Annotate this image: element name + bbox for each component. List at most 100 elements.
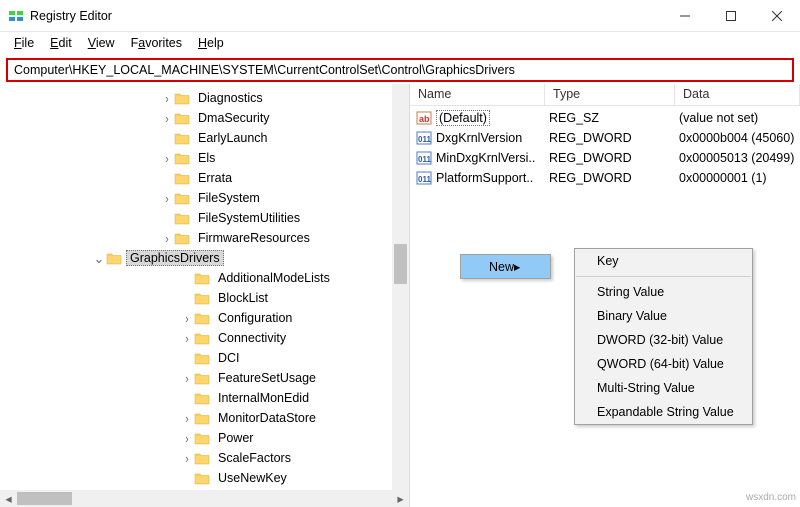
tree-item[interactable]: DCI <box>0 348 409 368</box>
menubar: File Edit View Favorites Help <box>0 32 800 54</box>
context-submenu-new[interactable]: Key String Value Binary Value DWORD (32-… <box>574 248 753 425</box>
tree-item-label: Connectivity <box>214 330 290 346</box>
folder-icon <box>174 211 190 225</box>
column-type[interactable]: Type <box>545 84 675 105</box>
folder-icon <box>174 191 190 205</box>
folder-icon <box>174 231 190 245</box>
value-row[interactable]: 011MinDxgKrnlVersi..REG_DWORD0x00005013 … <box>410 148 800 168</box>
close-button[interactable] <box>754 0 800 32</box>
chevron-right-icon[interactable]: › <box>181 312 192 325</box>
menu-favorites[interactable]: Favorites <box>123 34 190 52</box>
value-row[interactable]: ab(Default)REG_SZ(value not set) <box>410 108 800 128</box>
tree-item-label: UseNewKey <box>214 470 291 486</box>
tree-item[interactable]: UseNewKey <box>0 468 409 488</box>
menu-view[interactable]: View <box>80 34 123 52</box>
address-bar[interactable]: Computer\HKEY_LOCAL_MACHINE\SYSTEM\Curre… <box>6 58 794 82</box>
column-data[interactable]: Data <box>675 84 800 105</box>
chevron-right-icon[interactable]: › <box>181 332 192 345</box>
value-data: 0x00000001 (1) <box>675 171 767 185</box>
tree-item[interactable]: › ScaleFactors <box>0 448 409 468</box>
context-menu[interactable]: New ▸ <box>460 254 551 279</box>
tree-item-label: BlockList <box>214 290 272 306</box>
value-type: REG_DWORD <box>545 171 675 185</box>
chevron-right-icon[interactable]: › <box>181 432 192 445</box>
scroll-right-icon[interactable]: ▸ <box>392 490 409 507</box>
value-data: 0x0000b004 (45060) <box>675 131 794 145</box>
tree-horizontal-scrollbar[interactable]: ◂ ▸ <box>0 490 409 507</box>
tree-item[interactable]: Errata <box>0 168 409 188</box>
menu-separator <box>576 276 751 277</box>
tree-item-label: FeatureSetUsage <box>214 370 320 386</box>
value-row[interactable]: 011DxgKrnlVersionREG_DWORD0x0000b004 (45… <box>410 128 800 148</box>
folder-icon <box>194 291 210 305</box>
tree-item[interactable]: ›DmaSecurity <box>0 108 409 128</box>
tree-item[interactable]: ›FirmwareResources <box>0 228 409 248</box>
tree-item[interactable]: › FeatureSetUsage <box>0 368 409 388</box>
tree-item-label: DCI <box>214 350 244 366</box>
tree-item-label: AdditionalModeLists <box>214 270 334 286</box>
folder-icon <box>194 351 210 365</box>
tree-item-label: InternalMonEdid <box>214 390 313 406</box>
menu-edit[interactable]: Edit <box>42 34 80 52</box>
folder-icon <box>174 111 190 125</box>
submenu-qword-value[interactable]: QWORD (64-bit) Value <box>575 352 752 376</box>
tree-item[interactable]: ›Els <box>0 148 409 168</box>
watermark: wsxdn.com <box>746 492 796 503</box>
tree-item[interactable]: › Diagnostics <box>0 88 409 108</box>
tree-item[interactable]: ⌄GraphicsDrivers <box>0 248 409 268</box>
folder-icon <box>194 451 210 465</box>
svg-text:011: 011 <box>418 155 431 164</box>
tree-item-label: ScaleFactors <box>214 450 295 466</box>
tree-view[interactable]: › Diagnostics ›DmaSecurityEarlyLaunch›Els E… <box>0 84 410 507</box>
submenu-key[interactable]: Key <box>575 249 752 273</box>
tree-item[interactable]: BlockList <box>0 288 409 308</box>
column-name[interactable]: Name <box>410 84 545 105</box>
submenu-multi-string-value[interactable]: Multi-String Value <box>575 376 752 400</box>
tree-item[interactable]: › Connectivity <box>0 328 409 348</box>
minimize-button[interactable] <box>662 0 708 32</box>
value-name: MinDxgKrnlVersi.. <box>436 151 535 165</box>
chevron-right-icon[interactable]: › <box>161 112 172 125</box>
tree-item[interactable]: ›Configuration <box>0 308 409 328</box>
tree-item[interactable]: ›Power <box>0 428 409 448</box>
context-menu-new[interactable]: New ▸ <box>461 255 550 278</box>
submenu-dword-value[interactable]: DWORD (32-bit) Value <box>575 328 752 352</box>
value-type: REG_DWORD <box>545 131 675 145</box>
chevron-right-icon[interactable]: › <box>161 92 172 105</box>
chevron-right-icon[interactable]: › <box>161 232 172 245</box>
chevron-right-icon[interactable]: › <box>181 452 192 465</box>
list-header[interactable]: Name Type Data <box>410 84 800 106</box>
folder-icon <box>194 391 210 405</box>
tree-item-label: FileSystem <box>194 190 264 206</box>
tree-item[interactable]: EarlyLaunch <box>0 128 409 148</box>
folder-icon <box>194 431 210 445</box>
value-row[interactable]: 011PlatformSupport..REG_DWORD0x00000001 … <box>410 168 800 188</box>
dword-value-icon: 011 <box>416 130 432 146</box>
submenu-string-value[interactable]: String Value <box>575 280 752 304</box>
svg-text:011: 011 <box>418 135 431 144</box>
chevron-down-icon[interactable]: ⌄ <box>92 252 106 265</box>
scroll-left-icon[interactable]: ◂ <box>0 490 17 507</box>
submenu-binary-value[interactable]: Binary Value <box>575 304 752 328</box>
tree-item-label: Diagnostics <box>194 90 267 106</box>
menu-file[interactable]: File <box>6 34 42 52</box>
chevron-right-icon[interactable]: › <box>181 412 192 425</box>
chevron-right-icon[interactable]: › <box>181 372 192 385</box>
chevron-right-icon[interactable]: › <box>161 152 172 165</box>
scrollbar-thumb[interactable] <box>394 244 407 284</box>
tree-item-label: Errata <box>194 170 236 186</box>
value-list[interactable]: Name Type Data ab(Default)REG_SZ(value n… <box>410 84 800 507</box>
tree-vertical-scrollbar[interactable] <box>392 84 409 507</box>
tree-item[interactable]: InternalMonEdid <box>0 388 409 408</box>
folder-icon <box>194 371 210 385</box>
tree-item[interactable]: FileSystemUtilities <box>0 208 409 228</box>
submenu-expandable-string-value[interactable]: Expandable String Value <box>575 400 752 424</box>
chevron-right-icon[interactable]: › <box>161 192 172 205</box>
tree-item[interactable]: AdditionalModeLists <box>0 268 409 288</box>
tree-item[interactable]: › FileSystem <box>0 188 409 208</box>
folder-icon <box>174 151 190 165</box>
tree-item[interactable]: ›MonitorDataStore <box>0 408 409 428</box>
scrollbar-thumb[interactable] <box>17 492 72 505</box>
maximize-button[interactable] <box>708 0 754 32</box>
menu-help[interactable]: Help <box>190 34 232 52</box>
